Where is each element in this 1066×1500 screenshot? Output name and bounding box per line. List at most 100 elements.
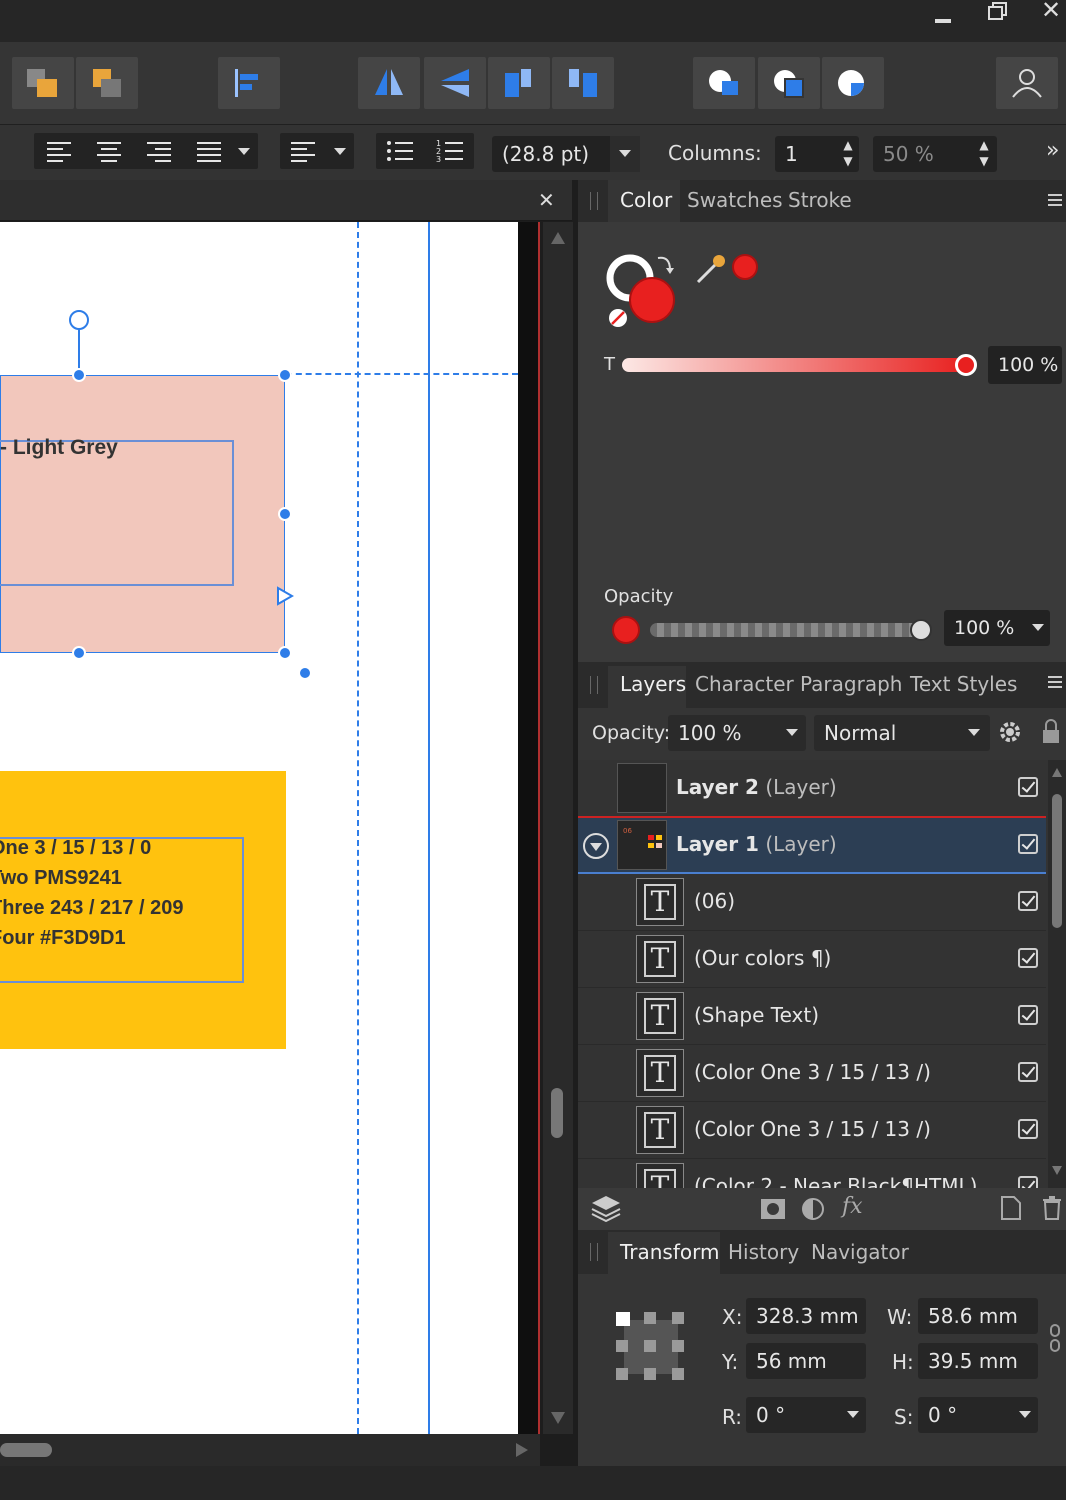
tab-color[interactable]: Color [620, 188, 672, 212]
align-text-left-icon[interactable] [46, 141, 72, 163]
restore-button[interactable] [980, 0, 1014, 26]
increment-icon[interactable]: ▲ [841, 138, 855, 152]
visibility-checkbox[interactable] [1018, 1005, 1038, 1025]
align-text-center-icon[interactable] [96, 141, 122, 163]
grip-icon[interactable] [590, 1243, 598, 1261]
tab-transform[interactable]: Transform [620, 1240, 719, 1264]
user-account-icon[interactable] [996, 57, 1058, 109]
layer-row[interactable]: Layer 2 (Layer) [578, 760, 1046, 817]
lock-icon[interactable] [1042, 718, 1060, 744]
layer-row[interactable]: T (Color One 3 / 15 / 13 /) [578, 1102, 1046, 1159]
vertical-scrollbar[interactable] [543, 222, 573, 1434]
visibility-checkbox[interactable] [1018, 777, 1038, 797]
tint-slider[interactable] [622, 358, 968, 372]
layer-row[interactable]: T (Color 2 - Near Black¶HTML) [578, 1159, 1046, 1188]
visibility-checkbox[interactable] [1018, 891, 1038, 911]
effects-fx-icon[interactable]: fx [842, 1194, 863, 1219]
vertical-alignment-dropdown[interactable] [280, 133, 354, 169]
arrange-back-button[interactable] [76, 57, 138, 109]
visibility-checkbox[interactable] [1018, 1119, 1038, 1139]
rotation-handle[interactable] [69, 310, 89, 330]
boolean-subtract-icon[interactable] [758, 57, 820, 109]
layers-stack-icon[interactable] [590, 1194, 622, 1222]
chevron-down-icon[interactable] [238, 148, 250, 155]
add-page-icon[interactable] [1000, 1196, 1022, 1220]
tint-slider-knob[interactable] [955, 354, 977, 376]
resize-handle[interactable] [278, 368, 292, 382]
grip-icon[interactable] [590, 676, 598, 694]
scroll-down-icon[interactable] [1052, 1166, 1062, 1175]
resize-handle[interactable] [278, 646, 292, 660]
opacity-slider[interactable] [650, 623, 920, 637]
resize-handle[interactable] [298, 666, 312, 680]
boolean-intersect-icon[interactable] [822, 57, 884, 109]
visibility-checkbox[interactable] [1018, 1062, 1038, 1082]
scroll-right-icon[interactable] [516, 1443, 528, 1457]
fill-stroke-selector[interactable] [604, 252, 684, 332]
shear-field[interactable]: 0 ° [918, 1397, 1038, 1433]
blend-mode-dropdown[interactable]: Normal [814, 715, 990, 751]
boolean-add-icon[interactable] [693, 57, 755, 109]
layer-row[interactable]: T (06) [578, 874, 1046, 931]
opacity-value-field[interactable]: 100 % [944, 610, 1050, 646]
tab-navigator[interactable]: Navigator [811, 1240, 909, 1264]
current-color-swatch[interactable] [612, 616, 640, 644]
increment-icon[interactable]: ▲ [977, 138, 991, 152]
column-gutter-field[interactable]: 50 % ▲ ▼ [873, 136, 997, 172]
panel-menu-icon[interactable] [1048, 194, 1062, 206]
align-text-right-icon[interactable] [146, 141, 172, 163]
layer-row[interactable]: T (Color One 3 / 15 / 13 /) [578, 1045, 1046, 1102]
visibility-checkbox[interactable] [1018, 834, 1038, 854]
document-page[interactable]: - Light Grey One 3 / 15 / 13 / 0 Two PMS… [0, 222, 518, 1434]
expand-chevron-icon[interactable] [583, 833, 609, 859]
font-size-field[interactable]: (28.8 pt) [492, 136, 640, 172]
resize-handle[interactable] [72, 646, 86, 660]
anchor-point-selector[interactable] [612, 1308, 690, 1386]
tab-stroke[interactable]: Stroke [788, 188, 852, 212]
rotation-field[interactable]: 0 ° [746, 1397, 866, 1433]
tab-layers[interactable]: Layers [620, 672, 686, 696]
tint-value-field[interactable]: 100 % [988, 346, 1062, 384]
scrollbar-thumb[interactable] [0, 1443, 52, 1457]
text-flow-icon[interactable] [276, 586, 294, 606]
toolbar-overflow-button[interactable]: » [1046, 138, 1059, 163]
grip-icon[interactable] [590, 192, 598, 210]
tab-history[interactable]: History [728, 1240, 799, 1264]
layers-scrollbar[interactable] [1048, 760, 1066, 1188]
color-values-text-frame[interactable]: One 3 / 15 / 13 / 0 Two PMS9241 Three 24… [0, 837, 244, 983]
tab-paragraph[interactable]: Paragraph [800, 672, 902, 696]
flip-horizontal-icon[interactable] [358, 57, 420, 109]
opacity-slider-knob[interactable] [910, 619, 932, 641]
minimize-button[interactable] [926, 6, 960, 32]
y-position-field[interactable]: 56 mm [746, 1343, 866, 1379]
light-grey-text-frame[interactable]: - Light Grey [0, 436, 234, 586]
justify-text-icon[interactable] [196, 141, 222, 163]
width-field[interactable]: 58.6 mm [918, 1298, 1038, 1334]
tab-text-styles[interactable]: Text Styles [910, 672, 1017, 696]
tab-swatches[interactable]: Swatches [687, 188, 783, 212]
picked-color-swatch[interactable] [732, 254, 758, 280]
arrange-front-button[interactable] [12, 57, 74, 109]
scrollbar-thumb[interactable] [551, 1088, 563, 1138]
rotate-left-icon[interactable] [488, 57, 550, 109]
mask-layer-icon[interactable] [760, 1198, 786, 1220]
decrement-icon[interactable]: ▼ [841, 154, 855, 168]
eyedropper-icon[interactable] [694, 252, 728, 286]
tab-character[interactable]: Character [695, 672, 794, 696]
layer-row[interactable]: T (Our colors ¶) [578, 931, 1046, 988]
resize-handle[interactable] [72, 368, 86, 382]
link-dimensions-icon[interactable] [1049, 1324, 1061, 1352]
numbered-list-icon[interactable]: 123 [436, 139, 464, 163]
decrement-icon[interactable]: ▼ [977, 154, 991, 168]
resize-handle[interactable] [278, 507, 292, 521]
horizontal-scrollbar[interactable] [0, 1434, 540, 1466]
scroll-down-icon[interactable] [551, 1412, 565, 1424]
rotate-right-icon[interactable] [552, 57, 614, 109]
scroll-up-icon[interactable] [551, 232, 565, 244]
layer-opacity-field[interactable]: 100 % [668, 715, 806, 751]
gear-icon[interactable] [998, 720, 1022, 744]
scrollbar-thumb[interactable] [1052, 794, 1062, 928]
visibility-checkbox[interactable] [1018, 948, 1038, 968]
layer-row[interactable]: T (Shape Text) [578, 988, 1046, 1045]
bullet-list-icon[interactable] [386, 139, 414, 163]
